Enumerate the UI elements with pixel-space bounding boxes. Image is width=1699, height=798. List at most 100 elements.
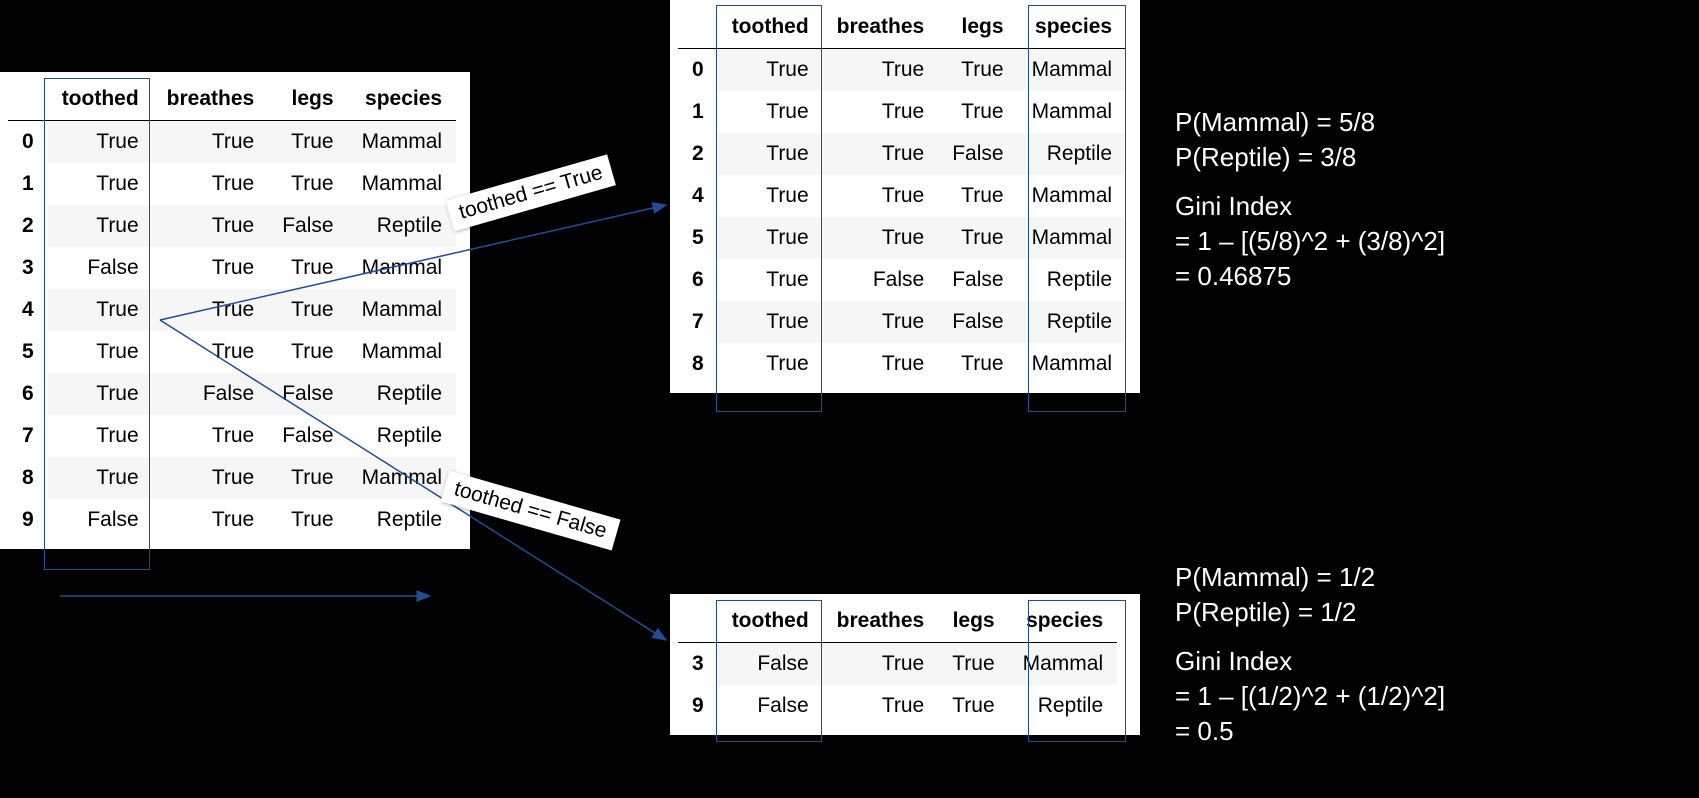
table-cell: Mammal	[1009, 643, 1118, 686]
table-cell: True	[823, 133, 939, 175]
p-reptile-bot: P(Reptile) = 1/2	[1175, 595, 1445, 630]
col-species: species	[1009, 600, 1118, 643]
table-cell: 2	[8, 205, 48, 247]
table-row: 3FalseTrueTrueMammal	[678, 643, 1117, 686]
top-right-table-panel: toothed breathes legs species 0TrueTrueT…	[670, 0, 1140, 393]
table-cell: False	[268, 415, 347, 457]
p-mammal-top: P(Mammal) = 5/8	[1175, 105, 1445, 140]
table-row: 6TrueFalseFalseReptile	[8, 373, 456, 415]
table-cell: Mammal	[348, 289, 457, 331]
table-cell: 1	[8, 163, 48, 205]
table-cell: True	[938, 175, 1017, 217]
calc-bottom: P(Mammal) = 1/2 P(Reptile) = 1/2 Gini In…	[1175, 560, 1445, 749]
table-cell: True	[48, 289, 153, 331]
col-breathes: breathes	[823, 600, 939, 643]
col-legs: legs	[268, 78, 347, 121]
gini-val-top: = 0.46875	[1175, 259, 1445, 294]
table-cell: False	[718, 685, 823, 727]
table-row: 3FalseTrueTrueMammal	[8, 247, 456, 289]
table-cell: 4	[678, 175, 718, 217]
table-cell: True	[48, 163, 153, 205]
table-cell: True	[823, 301, 939, 343]
table-cell: True	[938, 343, 1017, 385]
table-cell: 0	[678, 49, 718, 92]
table-row: 6TrueFalseFalseReptile	[678, 259, 1126, 301]
table-row: 1TrueTrueTrueMammal	[678, 91, 1126, 133]
table-cell: True	[268, 289, 347, 331]
col-species: species	[348, 78, 457, 121]
col-toothed: toothed	[718, 6, 823, 49]
table-cell: False	[938, 301, 1017, 343]
table-cell: True	[48, 205, 153, 247]
table-cell: True	[718, 91, 823, 133]
table-row: 1TrueTrueTrueMammal	[8, 163, 456, 205]
col-index	[678, 600, 718, 643]
p-reptile-top: P(Reptile) = 3/8	[1175, 140, 1445, 175]
table-row: 5TrueTrueTrueMammal	[8, 331, 456, 373]
table-row: 5TrueTrueTrueMammal	[678, 217, 1126, 259]
table-cell: False	[823, 259, 939, 301]
table-cell: True	[823, 175, 939, 217]
table-cell: Mammal	[348, 247, 457, 289]
table-cell: False	[718, 643, 823, 686]
table-row: 0TrueTrueTrueMammal	[8, 121, 456, 164]
table-cell: 3	[8, 247, 48, 289]
table-cell: Mammal	[348, 457, 457, 499]
table-cell: True	[718, 49, 823, 92]
table-cell: True	[823, 49, 939, 92]
table-cell: True	[718, 259, 823, 301]
table-row: 0TrueTrueTrueMammal	[678, 49, 1126, 92]
table-cell: Mammal	[348, 121, 457, 164]
p-mammal-bot: P(Mammal) = 1/2	[1175, 560, 1445, 595]
table-cell: 5	[678, 217, 718, 259]
table-cell: True	[938, 217, 1017, 259]
table-cell: Mammal	[1018, 343, 1127, 385]
table-cell: Reptile	[1018, 259, 1127, 301]
table-cell: True	[153, 247, 269, 289]
table-cell: True	[48, 121, 153, 164]
table-cell: 3	[678, 643, 718, 686]
table-cell: True	[48, 457, 153, 499]
table-cell: True	[718, 217, 823, 259]
table-cell: False	[268, 205, 347, 247]
table-row: 9FalseTrueTrueReptile	[8, 499, 456, 541]
table-cell: True	[153, 121, 269, 164]
col-index	[8, 78, 48, 121]
col-legs: legs	[938, 6, 1017, 49]
table-cell: False	[938, 133, 1017, 175]
table-cell: 9	[8, 499, 48, 541]
table-cell: Reptile	[1018, 133, 1127, 175]
calc-top: P(Mammal) = 5/8 P(Reptile) = 3/8 Gini In…	[1175, 105, 1445, 294]
table-row: 4TrueTrueTrueMammal	[678, 175, 1126, 217]
table-cell: True	[823, 217, 939, 259]
table-cell: False	[938, 259, 1017, 301]
table-cell: True	[268, 163, 347, 205]
table-row: 8TrueTrueTrueMammal	[678, 343, 1126, 385]
table-cell: Mammal	[348, 331, 457, 373]
gini-val-bot: = 0.5	[1175, 714, 1445, 749]
table-row: 8TrueTrueTrueMammal	[8, 457, 456, 499]
table-cell: True	[153, 205, 269, 247]
table-cell: True	[823, 685, 939, 727]
table-cell: True	[48, 331, 153, 373]
table-cell: True	[153, 289, 269, 331]
table-cell: True	[48, 373, 153, 415]
table-cell: True	[718, 175, 823, 217]
table-row: 2TrueTrueFalseReptile	[678, 133, 1126, 175]
table-row: 2TrueTrueFalseReptile	[8, 205, 456, 247]
top-right-table: toothed breathes legs species 0TrueTrueT…	[678, 6, 1126, 385]
table-cell: True	[718, 343, 823, 385]
table-row: 7TrueTrueFalseReptile	[8, 415, 456, 457]
table-cell: Reptile	[1018, 301, 1127, 343]
table-cell: 9	[678, 685, 718, 727]
table-cell: True	[153, 163, 269, 205]
table-cell: True	[718, 301, 823, 343]
table-cell: Reptile	[348, 415, 457, 457]
table-cell: True	[823, 343, 939, 385]
gini-expr-top: = 1 – [(5/8)^2 + (3/8)^2]	[1175, 224, 1445, 259]
table-row: 9FalseTrueTrueReptile	[678, 685, 1117, 727]
table-cell: False	[153, 373, 269, 415]
table-cell: True	[938, 49, 1017, 92]
table-cell: Mammal	[1018, 175, 1127, 217]
col-legs: legs	[938, 600, 1008, 643]
